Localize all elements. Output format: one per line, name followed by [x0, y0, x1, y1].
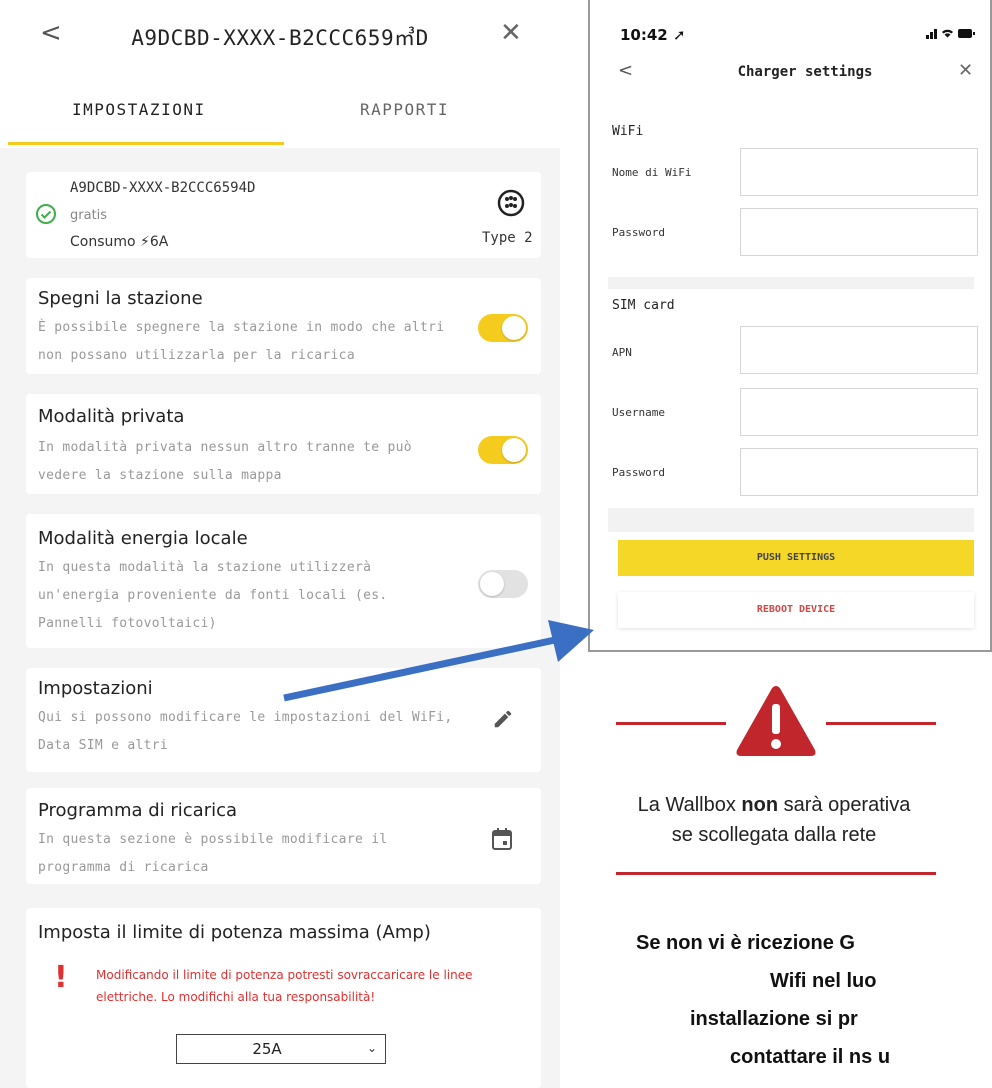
setting-description: In questa modalità la stazione utilizzer…	[38, 560, 388, 631]
app-header: < A9DCBD-XXXX-B2CCC659㎥D ✕ IMPOSTAZIONI …	[0, 0, 560, 148]
setting-energia-locale: Modalità energia locale In questa modali…	[26, 514, 541, 648]
setting-limite-potenza: Imposta il limite di potenza massima (Am…	[26, 908, 541, 1088]
setting-title: Programma di ricarica	[38, 800, 238, 821]
station-status: gratis	[70, 208, 108, 223]
setting-title: Modalità privata	[38, 406, 185, 427]
station-card: A9DCBD-XXXX-B2CCC6594D gratis Consumo ⚡6…	[26, 172, 541, 258]
station-id: A9DCBD-XXXX-B2CCC6594D	[70, 180, 256, 196]
type2-plug-icon	[497, 189, 525, 217]
setting-description: In modalità privata nessun altro tranne …	[38, 440, 412, 483]
signal-wifi-battery-icon	[926, 29, 975, 39]
wifi-section-title: WiFi	[612, 124, 644, 139]
wifi-name-label: Nome di WiFi	[612, 166, 692, 179]
warning-line-left	[616, 722, 726, 725]
wifi-password-input[interactable]	[740, 208, 978, 256]
setting-title: Spegni la stazione	[38, 288, 203, 309]
app-screen: < A9DCBD-XXXX-B2CCC659㎥D ✕ IMPOSTAZIONI …	[0, 0, 560, 1088]
page-title: A9DCBD-XXXX-B2CCC659㎥D	[131, 26, 429, 50]
apn-input[interactable]	[740, 326, 978, 374]
wallbox-notice: La Wallbox non sarà operativa se scolleg…	[637, 794, 911, 846]
setting-spegni-stazione: Spegni la stazione È possibile spegnere …	[26, 278, 541, 374]
station-consumption: Consumo ⚡6A	[70, 234, 169, 250]
setting-description: In questa sezione è possibile modificare…	[38, 832, 388, 875]
phone-page-title: Charger settings	[737, 64, 873, 80]
setting-description: È possibile spegnere la stazione in modo…	[38, 320, 445, 363]
tab-rapporti[interactable]: RAPPORTI	[360, 100, 449, 119]
power-limit-warning: Modificando il limite di potenza potrest…	[96, 968, 473, 1004]
check-circle-icon	[36, 204, 56, 224]
setting-impostazioni[interactable]: Impostazioni Qui si possono modificare l…	[26, 668, 541, 772]
spegni-stazione-toggle[interactable]	[478, 314, 528, 342]
power-limit-select[interactable]: 25A ⌄	[176, 1034, 386, 1064]
reboot-device-button[interactable]: REBOOT DEVICE	[618, 592, 974, 628]
setting-programma-ricarica[interactable]: Programma di ricarica In questa sezione …	[26, 788, 541, 884]
section-divider	[608, 277, 974, 289]
contact-note: Se non vi è ricezione G Wifi nel luo ins…	[636, 932, 891, 1068]
wifi-name-input[interactable]	[740, 148, 978, 196]
warning-line-right	[826, 722, 936, 725]
back-button[interactable]: <	[40, 18, 62, 48]
section-divider	[608, 508, 974, 532]
setting-title: Impostazioni	[38, 678, 153, 699]
warning-line-bottom	[616, 872, 936, 875]
charger-settings-screen: 10:42 ➚ < Charger settings ✕ WiFi Nome d…	[588, 0, 992, 652]
energia-locale-toggle[interactable]	[478, 570, 528, 598]
status-time: 10:42 ➚	[620, 26, 686, 44]
wifi-password-label: Password	[612, 226, 665, 239]
setting-description: Qui si possono modificare le impostazion…	[38, 710, 453, 753]
close-button[interactable]: ✕	[958, 60, 973, 81]
sim-password-input[interactable]	[740, 448, 978, 496]
tab-impostazioni[interactable]: IMPOSTAZIONI	[72, 100, 206, 119]
back-button[interactable]: <	[618, 60, 633, 81]
warning-triangle-icon	[736, 686, 816, 756]
setting-title: Imposta il limite di potenza massima (Am…	[38, 922, 431, 943]
chevron-down-icon: ⌄	[366, 1041, 377, 1055]
push-settings-button[interactable]: PUSH SETTINGS	[618, 540, 974, 576]
pencil-icon[interactable]	[492, 708, 514, 730]
exclamation-icon: !	[54, 960, 68, 995]
connector-type: Type 2	[482, 230, 533, 246]
setting-title: Modalità energia locale	[38, 528, 248, 549]
status-bar-icons	[926, 26, 976, 43]
modalita-privata-toggle[interactable]	[478, 436, 528, 464]
username-input[interactable]	[740, 388, 978, 436]
apn-label: APN	[612, 346, 632, 359]
username-label: Username	[612, 406, 665, 419]
close-button[interactable]: ✕	[500, 18, 522, 48]
sim-password-label: Password	[612, 466, 665, 479]
calendar-icon[interactable]	[490, 826, 514, 852]
sim-section-title: SIM card	[612, 298, 675, 313]
setting-modalita-privata: Modalità privata In modalità privata nes…	[26, 394, 541, 494]
power-limit-value: 25A	[252, 1040, 282, 1058]
active-tab-indicator	[8, 142, 284, 145]
